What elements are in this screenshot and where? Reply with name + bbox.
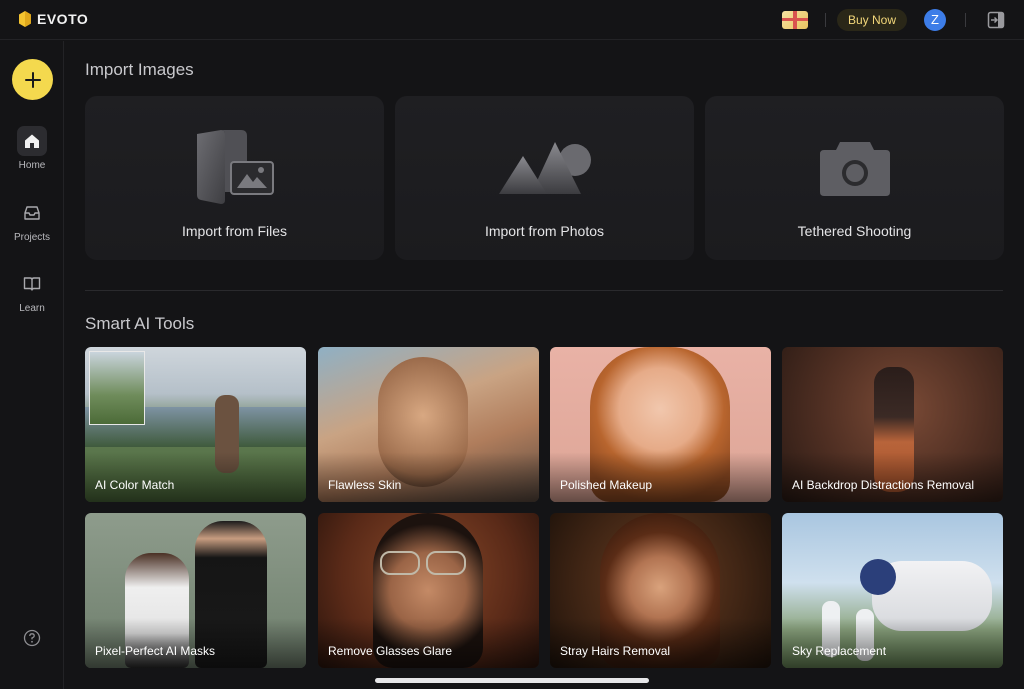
- sidebar-item-home[interactable]: Home: [0, 126, 64, 171]
- import-from-photos-card[interactable]: Import from Photos: [395, 96, 694, 260]
- sidebar-item-label: Projects: [13, 232, 51, 243]
- inbox-icon: [24, 206, 40, 220]
- import-from-files-card[interactable]: Import from Files: [85, 96, 384, 260]
- tool-card-polished-makeup[interactable]: Polished Makeup: [550, 347, 771, 502]
- import-card-label: Import from Photos: [484, 223, 605, 239]
- tool-card-label: Sky Replacement: [792, 644, 887, 658]
- sidebar-item-label: Learn: [19, 303, 45, 314]
- divider: [825, 13, 826, 27]
- reference-thumbnail: [89, 351, 145, 425]
- tool-card-label: Polished Makeup: [560, 478, 653, 492]
- book-icon: [23, 277, 41, 291]
- photos-icon: [498, 142, 591, 194]
- tool-card-label: Pixel-Perfect AI Masks: [95, 644, 216, 658]
- divider: [965, 13, 966, 27]
- avatar[interactable]: Z: [924, 9, 946, 31]
- home-icon: [25, 134, 39, 148]
- tool-card-ai-backdrop-distractions-removal[interactable]: AI Backdrop Distractions Removal: [782, 347, 1003, 502]
- files-icon: [196, 130, 274, 204]
- tethered-shooting-card[interactable]: Tethered Shooting: [705, 96, 1004, 260]
- app-name: EVOTO: [37, 11, 89, 27]
- logout-icon[interactable]: [987, 11, 1005, 29]
- tool-card-pixel-perfect-ai-masks[interactable]: Pixel-Perfect AI Masks: [85, 513, 306, 668]
- camera-icon: [819, 142, 890, 196]
- sidebar-item-projects[interactable]: Projects: [0, 198, 64, 243]
- tool-card-label: AI Color Match: [95, 478, 175, 492]
- buy-now-button[interactable]: Buy Now: [837, 9, 908, 31]
- import-section-title: Import Images: [85, 60, 194, 79]
- top-bar: EVOTO Buy Now Z: [0, 0, 1024, 40]
- tool-card-label: Remove Glasses Glare: [328, 644, 453, 658]
- sidebar: Home Projects Learn: [0, 41, 64, 689]
- tool-card-label: AI Backdrop Distractions Removal: [792, 478, 975, 492]
- sidebar-item-learn[interactable]: Learn: [0, 269, 64, 314]
- tool-card-ai-color-match[interactable]: AI Color Match: [85, 347, 306, 502]
- evoto-logo-icon: [19, 11, 31, 27]
- tools-section-title: Smart AI Tools: [85, 314, 195, 333]
- tool-card-label: Stray Hairs Removal: [560, 644, 671, 658]
- import-card-label: Tethered Shooting: [797, 223, 912, 239]
- sidebar-item-label: Home: [18, 160, 46, 171]
- help-icon[interactable]: [23, 629, 41, 647]
- import-card-label: Import from Files: [181, 223, 287, 239]
- add-button[interactable]: [12, 59, 53, 100]
- section-divider: [85, 290, 1003, 291]
- gift-icon[interactable]: [782, 11, 808, 29]
- plus-icon: [24, 71, 41, 88]
- tool-card-flawless-skin[interactable]: Flawless Skin: [318, 347, 539, 502]
- tool-card-sky-replacement[interactable]: Sky Replacement: [782, 513, 1003, 668]
- home-indicator: [375, 678, 649, 683]
- app-logo[interactable]: EVOTO: [19, 11, 88, 27]
- tool-card-remove-glasses-glare[interactable]: Remove Glasses Glare: [318, 513, 539, 668]
- tool-card-stray-hairs-removal[interactable]: Stray Hairs Removal: [550, 513, 771, 668]
- tool-card-label: Flawless Skin: [328, 478, 402, 492]
